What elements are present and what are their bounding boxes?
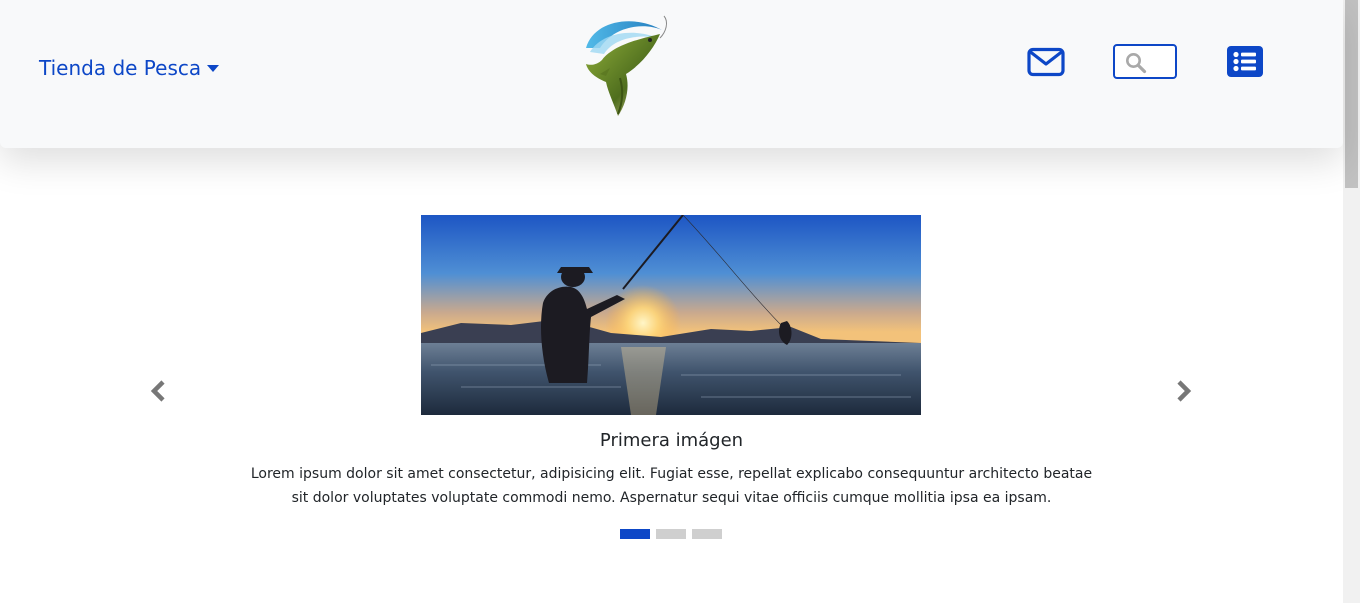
carousel: Primera imágen Lorem ipsum dolor sit ame… (0, 148, 1343, 603)
list-icon (1227, 46, 1263, 77)
page: Tienda de Pesca Primera imágen Lorem ips… (0, 0, 1343, 603)
menu-list-button[interactable] (1227, 46, 1263, 77)
search-box[interactable] (1113, 44, 1177, 79)
slide-caption-title: Primera imágen (599, 430, 744, 451)
carousel-slide-image (421, 215, 921, 415)
chevron-right-icon (1177, 380, 1192, 402)
search-input[interactable] (1147, 50, 1175, 74)
slide-caption-text: Lorem ipsum dolor sit amet consectetur, … (250, 466, 1093, 506)
carousel-prev-button[interactable] (148, 377, 168, 405)
page-scrollbar[interactable] (1343, 0, 1360, 603)
carousel-indicator-1[interactable] (620, 529, 650, 539)
carousel-indicator-2[interactable] (656, 529, 686, 539)
brand-label: Tienda de Pesca (39, 56, 202, 80)
carousel-next-button[interactable] (1174, 377, 1194, 405)
navbar: Tienda de Pesca (0, 0, 1343, 148)
carousel-indicator-3[interactable] (692, 529, 722, 539)
carousel-indicators (620, 529, 722, 539)
fish-logo-icon (574, 8, 674, 118)
search-icon (1126, 53, 1147, 74)
mail-button[interactable] (1027, 47, 1065, 77)
brand-dropdown[interactable]: Tienda de Pesca (39, 56, 220, 80)
envelope-icon (1027, 47, 1065, 77)
caret-down-icon (207, 64, 220, 72)
scrollbar-thumb[interactable] (1345, 0, 1358, 188)
chevron-left-icon (150, 380, 165, 402)
